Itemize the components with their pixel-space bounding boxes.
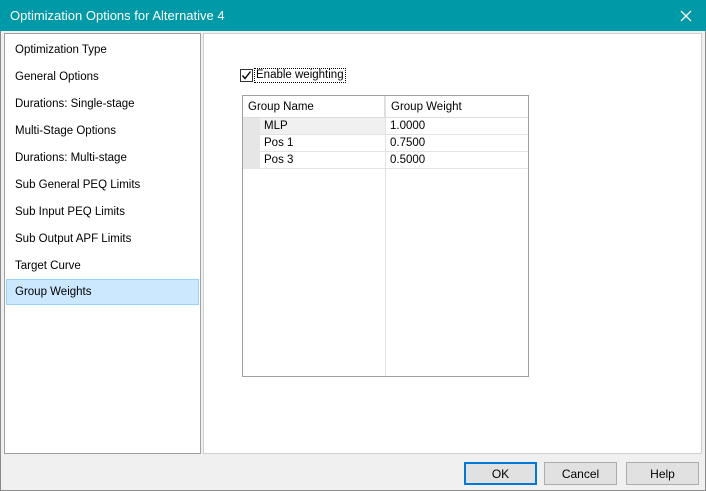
sidebar-item-sub-input-peq-limits[interactable]: Sub Input PEQ Limits [6,199,199,225]
sidebar-item-general-options[interactable]: General Options [6,64,199,90]
table-header: Group Name Group Weight [243,96,528,118]
close-button[interactable] [666,0,706,31]
table-row[interactable]: MLP 1.0000 [243,118,528,135]
help-button[interactable]: Help [626,462,699,485]
table-row[interactable]: Pos 3 0.5000 [243,152,528,169]
enable-weighting-checkbox[interactable]: Enable weighting [240,67,346,83]
window-title: Optimization Options for Alternative 4 [10,8,225,23]
enable-weighting-label: Enable weighting [254,67,346,83]
table-row[interactable]: Pos 1 0.7500 [243,135,528,152]
group-weights-panel: Enable weighting Group Name Group Weight… [203,33,702,454]
group-weight-cell[interactable]: 1.0000 [386,118,528,135]
checkbox-box[interactable] [240,68,253,82]
sidebar-item-sub-general-peq-limits[interactable]: Sub General PEQ Limits [6,172,199,198]
row-selector[interactable] [243,152,260,169]
title-bar: Optimization Options for Alternative 4 [0,0,706,31]
group-weight-cell[interactable]: 0.5000 [386,152,528,169]
group-name-cell[interactable]: MLP [260,118,385,135]
column-header-group-name[interactable]: Group Name [243,96,385,117]
dialog-body: Optimization Type General Options Durati… [0,31,706,491]
ok-button[interactable]: OK [464,462,537,485]
row-selector[interactable] [243,135,260,152]
close-icon [680,10,692,21]
sidebar-item-target-curve[interactable]: Target Curve [6,253,199,279]
sidebar-item-durations-single-stage[interactable]: Durations: Single-stage [6,91,199,117]
options-category-list: Optimization Type General Options Durati… [4,33,201,454]
checkmark-icon [241,70,252,80]
column-header-group-weight[interactable]: Group Weight [386,96,528,117]
sidebar-item-sub-output-apf-limits[interactable]: Sub Output APF Limits [6,226,199,252]
group-name-cell[interactable]: Pos 3 [260,152,385,169]
sidebar-item-optimization-type[interactable]: Optimization Type [6,37,199,63]
group-name-cell[interactable]: Pos 1 [260,135,385,152]
sidebar-item-multi-stage-options[interactable]: Multi-Stage Options [6,118,199,144]
group-weights-table: Group Name Group Weight MLP 1.0000 Pos 1… [242,95,529,377]
group-weight-cell[interactable]: 0.7500 [386,135,528,152]
sidebar-item-group-weights[interactable]: Group Weights [6,279,199,305]
sidebar-item-durations-multi-stage[interactable]: Durations: Multi-stage [6,145,199,171]
cancel-button[interactable]: Cancel [544,462,617,485]
row-selector[interactable] [243,118,260,135]
